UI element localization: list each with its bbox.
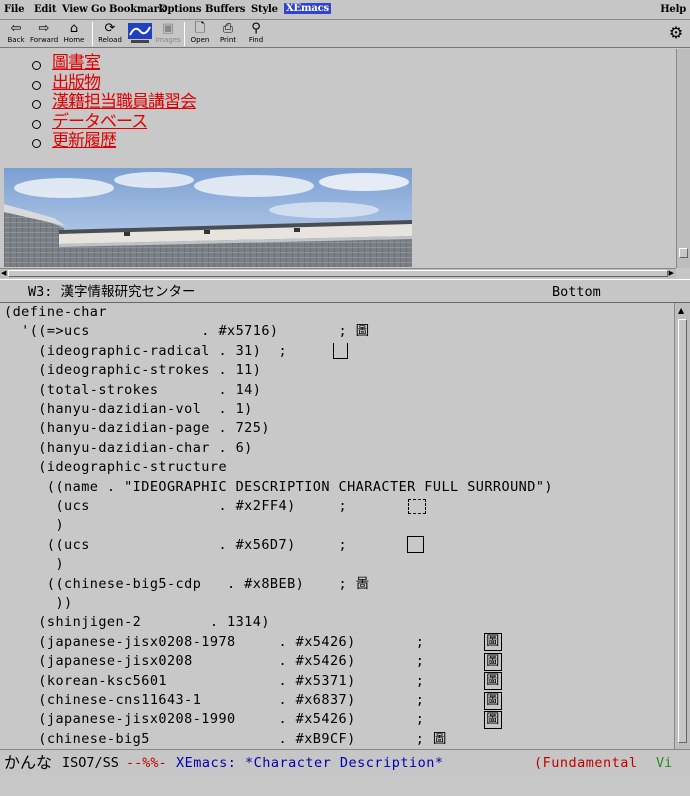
code-line: )) (4, 595, 73, 611)
back-arrow-icon: ⇦ (10, 21, 22, 36)
code-line: ((ucs . #x56D7) ; (4, 536, 348, 553)
major-mode: (Fundamental (534, 755, 638, 771)
upper-modeline: W3: 漢字情報研究センター Bottom (0, 279, 690, 303)
scroll-up-arrow-icon[interactable]: ▲ (678, 306, 684, 315)
scrollbar-corner (676, 268, 690, 278)
code-line: (ideographic-radical . 31) ; (4, 342, 288, 359)
open-button[interactable]: 🗋 Open (186, 21, 214, 48)
document-icon: 🗋 (194, 21, 206, 36)
code-line: (hanyu-dazidian-vol . 1) (4, 401, 253, 417)
lower-vertical-scrollbar[interactable]: ▲ (674, 303, 690, 749)
scroll-right-arrow-icon[interactable]: ▶ (669, 269, 674, 277)
back-button[interactable]: ⇦ Back (2, 21, 30, 48)
bullet-icon (32, 80, 41, 90)
boxed-glyph-icon: 圖 (484, 672, 502, 690)
code-line: (ucs . #x2FF4) ; (4, 498, 348, 514)
scroll-left-arrow-icon[interactable]: ◀ (1, 269, 6, 277)
code-line: (japanese-jisx0208-1990 . #x5426) ; (4, 711, 425, 728)
code-line: (chinese-cns11643-1 . #x6837) ; (4, 692, 425, 708)
code-line: (hanyu-dazidian-page . 725) (4, 420, 270, 437)
find-button[interactable]: ⚲ Find (242, 21, 270, 48)
code-line: (define-char (4, 304, 107, 320)
menu-buffers[interactable]: Buffers (205, 4, 245, 15)
code-line: ((chinese-big5-cdp . #x8BEB) ; 啚 (4, 575, 370, 592)
web-page-pane: 圖書室 出版物 漢籍担当職員講習会 データベース 更新履歴 (0, 49, 676, 267)
castle-roof-image (4, 168, 412, 267)
toolbar: ⇦ Back ⇨ Forward ⌂ Home ⟳ Reload ▣ Image… (0, 20, 690, 48)
modified-flag: --%%- (126, 755, 167, 771)
input-method-indicator: かんな (4, 753, 53, 772)
menu-view[interactable]: View (62, 4, 88, 15)
toolbar-separator (184, 22, 185, 46)
scrollbar-thumb[interactable] (8, 270, 668, 277)
code-line: ) (4, 556, 65, 573)
link-training[interactable]: 漢籍担当職員講習会 (52, 93, 197, 112)
home-button[interactable]: ⌂ Home (60, 21, 88, 48)
code-line: (ideographic-strokes . 11) (4, 362, 262, 379)
code-line: ) (4, 517, 65, 534)
menu-edit[interactable]: Edit (34, 4, 56, 15)
menu-style[interactable]: Style (251, 4, 278, 15)
print-button[interactable]: ⎙ Print (214, 21, 242, 48)
minibuffer[interactable] (0, 775, 690, 796)
code-line: (total-strokes . 14) (4, 381, 262, 398)
link-update-history[interactable]: 更新履歴 (52, 132, 117, 151)
bullet-icon (32, 119, 41, 129)
forward-button[interactable]: ⇨ Forward (30, 21, 58, 48)
help-button[interactable]: ⚙ (662, 21, 690, 48)
link-database[interactable]: データベース (52, 112, 148, 132)
boxed-glyph-icon: 圖 (484, 711, 502, 729)
enclosure-radical-glyph-icon (333, 343, 348, 359)
menu-file[interactable]: File (4, 4, 24, 15)
code-line: '((=>ucs . #x5716) ; 圖 (4, 323, 370, 340)
full-surround-glyph-icon (408, 499, 426, 514)
character-description-buffer[interactable]: (define-char '((=>ucs . #x5716) ; 圖 (ide… (0, 303, 674, 749)
images-icon: ▣ (161, 21, 175, 36)
link-publications[interactable]: 出版物 (52, 73, 101, 93)
buffer-name: W3: 漢字情報研究センター (28, 284, 196, 300)
code-line: ((name . "IDEOGRAPHIC DESCRIPTION CHARAC… (4, 478, 553, 495)
menu-bookmark[interactable]: Bookmark (109, 4, 166, 15)
lower-modeline: かんな ISO7/SS --%%- XEmacs: *Character Des… (0, 749, 690, 775)
help-icon: ⚙ (668, 23, 684, 42)
bullet-icon (32, 139, 41, 149)
boxed-glyph-icon: 圖 (484, 692, 502, 710)
minor-mode: Vi (656, 755, 673, 771)
forward-arrow-icon: ⇨ (38, 21, 50, 36)
code-line: (ideographic-structure (4, 459, 228, 476)
menu-help[interactable]: Help (660, 4, 686, 15)
reload-button[interactable]: ⟳ Reload (96, 21, 124, 48)
enclosure-glyph-icon (407, 536, 424, 553)
code-line: (chinese-big5 . #xB9CF) ; 圖 (4, 730, 447, 747)
code-line: (japanese-jisx0208 . #x5426) ; (4, 653, 425, 670)
boxed-glyph-icon: 圖 (484, 653, 502, 671)
menu-options[interactable]: Options (159, 4, 201, 15)
xemacs-logo-icon (128, 23, 152, 43)
buffer-name: XEmacs: *Character Description* (176, 755, 444, 771)
code-line: (hanyu-dazidian-char . 6) (4, 439, 253, 456)
coding-system: ISO7/SS (62, 755, 119, 771)
xemacs-logo-button[interactable] (126, 21, 154, 48)
bullet-icon (32, 61, 41, 70)
link-library[interactable]: 圖書室 (52, 54, 101, 73)
bullet-icon (32, 100, 41, 110)
menu-bar: File Edit View Go Bookmark Options Buffe… (0, 0, 690, 20)
menu-xemacs[interactable]: XEmacs (284, 3, 331, 14)
code-line: (korean-ksc5601 . #x5371) ; (4, 672, 425, 689)
upper-vertical-scrollbar[interactable] (676, 49, 690, 268)
home-icon: ⌂ (69, 21, 79, 36)
boxed-glyph-icon: 圖 (484, 633, 502, 651)
upper-horizontal-scrollbar[interactable]: ◀ ▶ (0, 268, 676, 278)
printer-icon: ⎙ (222, 21, 234, 36)
find-icon: ⚲ (251, 21, 261, 36)
buffer-position: Bottom (552, 284, 601, 300)
scrollbar-thumb[interactable] (679, 248, 688, 258)
reload-icon: ⟳ (104, 21, 116, 36)
toolbar-separator (92, 22, 93, 46)
images-button[interactable]: ▣ Images (154, 21, 182, 48)
code-line: (shinjigen-2 . 1314) (4, 614, 270, 631)
scrollbar-thumb[interactable] (678, 319, 687, 743)
code-line: (japanese-jisx0208-1978 . #x5426) ; (4, 633, 425, 650)
menu-go[interactable]: Go (91, 4, 106, 15)
